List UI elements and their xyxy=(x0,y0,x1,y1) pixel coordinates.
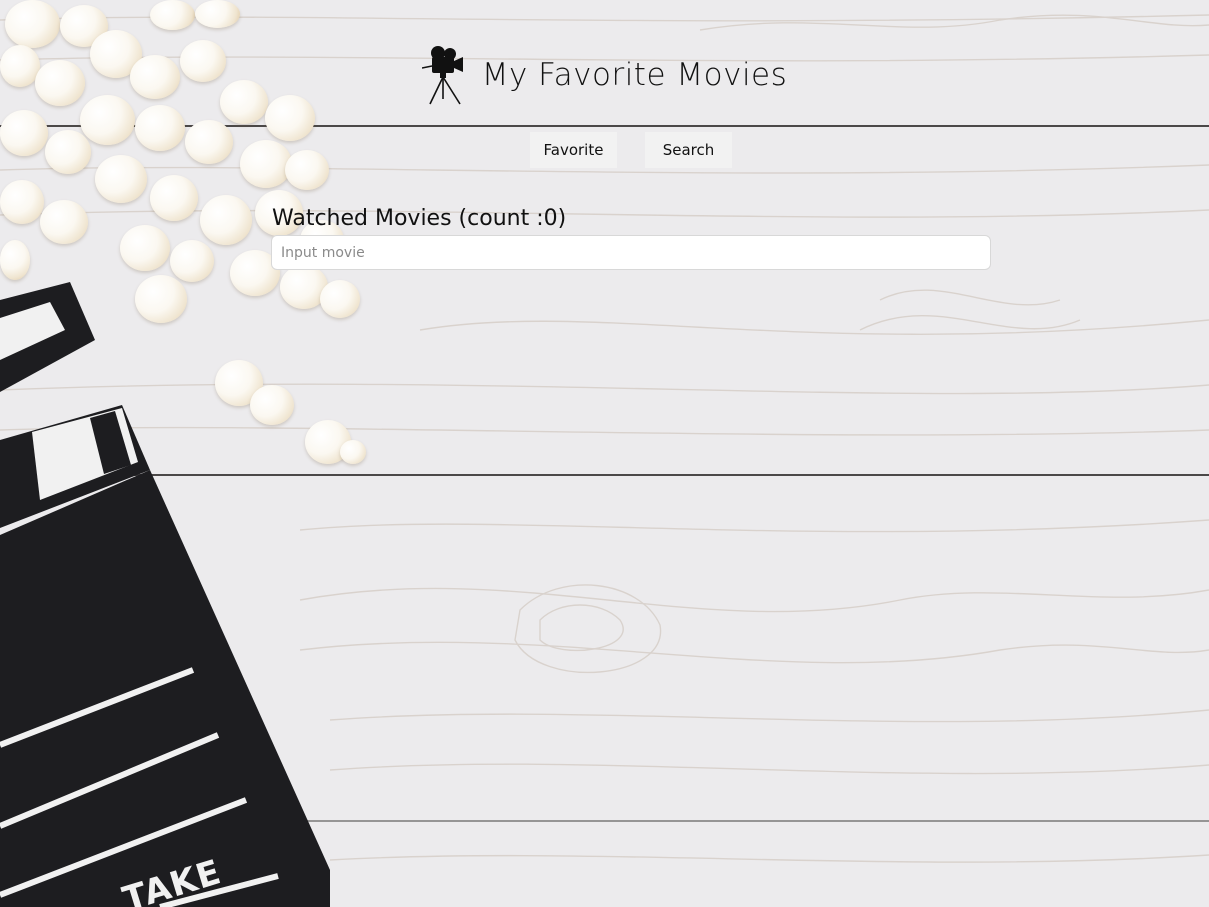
search-button[interactable]: Search xyxy=(645,132,732,168)
page-title: My Favorite Movies xyxy=(481,57,788,93)
main-nav: Favorite Search xyxy=(530,132,732,168)
movie-input[interactable] xyxy=(271,235,991,270)
favorite-button[interactable]: Favorite xyxy=(530,132,617,168)
watched-movies-section: Watched Movies (count :0) xyxy=(271,206,991,270)
movie-camera-icon xyxy=(421,46,463,105)
app-header: My Favorite Movies xyxy=(0,44,1209,106)
watched-movies-heading: Watched Movies (count :0) xyxy=(272,206,567,231)
